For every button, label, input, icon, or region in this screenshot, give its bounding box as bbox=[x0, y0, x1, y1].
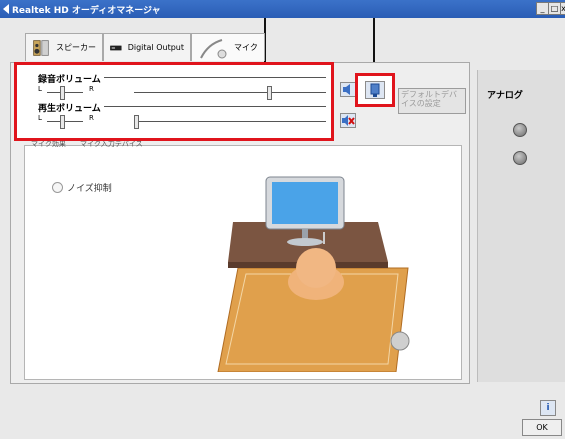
info-button[interactable]: i bbox=[540, 400, 556, 416]
device-settings-icon bbox=[370, 83, 380, 97]
recording-group-line bbox=[104, 77, 326, 78]
microphone-icon bbox=[200, 38, 227, 58]
recording-volume-label: 録音ボリューム bbox=[38, 75, 101, 85]
playback-right-label: R bbox=[89, 114, 94, 122]
title-bar: Realtek HD オーディオマネージャ bbox=[0, 0, 565, 18]
analog-label: アナログ bbox=[487, 91, 523, 101]
playback-group-line bbox=[104, 106, 326, 107]
ok-button[interactable]: OK bbox=[522, 419, 562, 436]
close-button[interactable]: x bbox=[560, 2, 565, 15]
tab-digital-output[interactable]: Digital Output bbox=[103, 33, 191, 61]
tab-microphone[interactable]: マイク bbox=[191, 33, 265, 61]
recording-right-label: R bbox=[89, 85, 94, 93]
default-device-button[interactable]: デフォルトデバイスの設定 bbox=[398, 88, 466, 114]
noise-suppression-radio[interactable] bbox=[52, 182, 63, 193]
playback-volume-label: 再生ボリューム bbox=[38, 104, 101, 114]
back-arrow-icon bbox=[3, 4, 9, 14]
recording-balance-thumb[interactable] bbox=[60, 86, 65, 100]
tab-microphone-label: マイク bbox=[234, 43, 258, 52]
playback-volume-thumb[interactable] bbox=[134, 115, 139, 129]
analog-jack-1[interactable] bbox=[513, 123, 527, 137]
digital-output-icon bbox=[110, 45, 122, 50]
playback-balance-track bbox=[47, 121, 83, 122]
info-icon: i bbox=[546, 403, 550, 413]
recording-volume-thumb[interactable] bbox=[267, 86, 272, 100]
playback-volume-track bbox=[134, 121, 326, 122]
tab-speaker[interactable]: スピーカー bbox=[25, 33, 103, 61]
tab-digital-output-label: Digital Output bbox=[127, 43, 184, 52]
speaker-volume-icon bbox=[343, 84, 350, 95]
room-illustration bbox=[217, 176, 410, 372]
tab-speaker-label: スピーカー bbox=[56, 43, 96, 52]
playback-balance-thumb[interactable] bbox=[60, 115, 65, 129]
analog-jack-2[interactable] bbox=[513, 151, 527, 165]
right-panel bbox=[477, 70, 565, 382]
recording-left-label: L bbox=[38, 85, 42, 93]
recording-volume-track bbox=[134, 92, 326, 93]
window-title: Realtek HD オーディオマネージャ bbox=[12, 6, 161, 16]
noise-suppression-label: ノイズ抑制 bbox=[67, 184, 112, 194]
set-default-device-button[interactable] bbox=[365, 81, 385, 99]
playback-mute-button[interactable] bbox=[340, 113, 356, 128]
playback-left-label: L bbox=[38, 114, 42, 122]
speaker-icon bbox=[33, 39, 49, 56]
recording-balance-track bbox=[47, 92, 83, 93]
recording-volume-icon-button[interactable] bbox=[340, 82, 356, 97]
speaker-mute-icon bbox=[342, 115, 355, 126]
